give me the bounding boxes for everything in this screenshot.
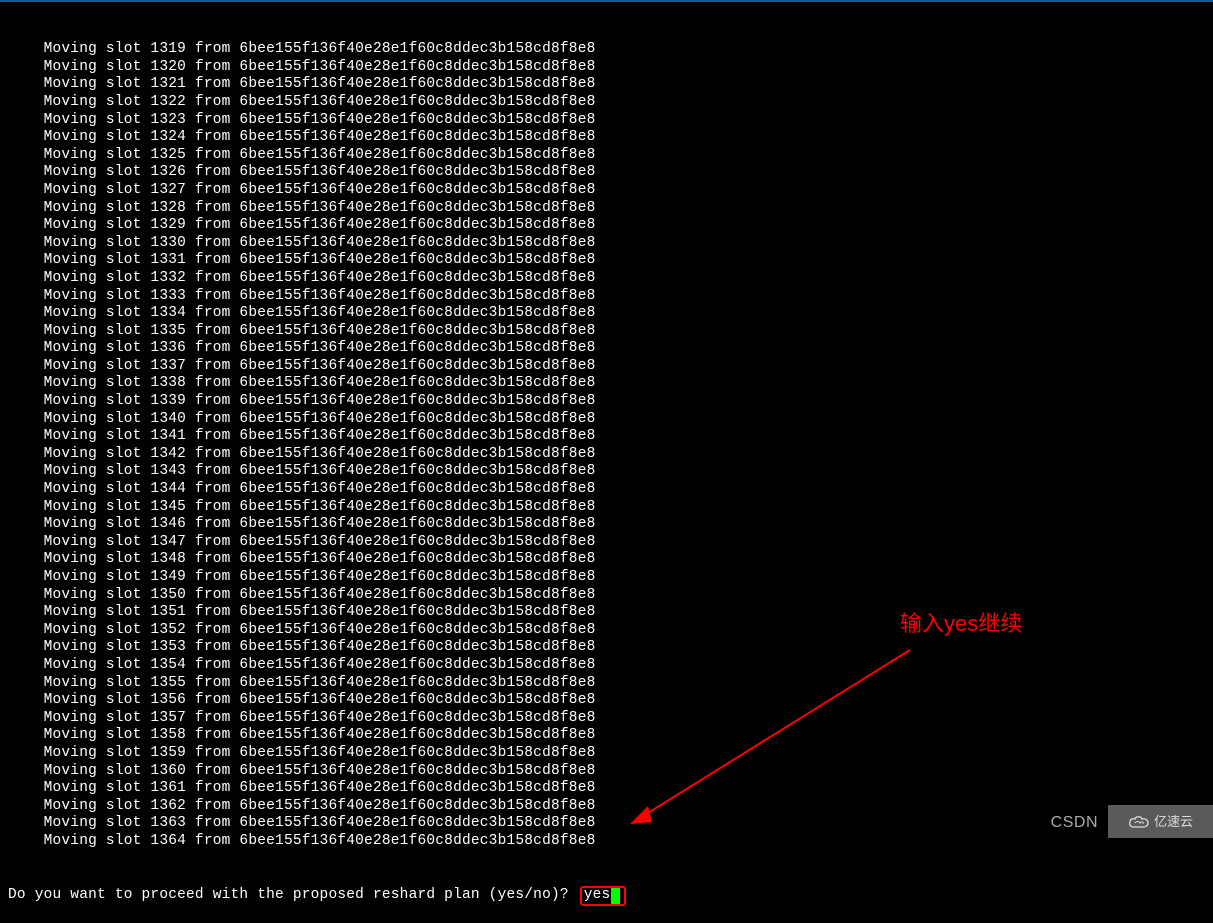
terminal-line: Moving slot 1324 from 6bee155f136f40e28e… bbox=[8, 129, 626, 147]
terminal-line: Moving slot 1349 from 6bee155f136f40e28e… bbox=[8, 569, 626, 587]
terminal-line: Moving slot 1361 from 6bee155f136f40e28e… bbox=[8, 780, 626, 798]
terminal-line: Moving slot 1334 from 6bee155f136f40e28e… bbox=[8, 305, 626, 323]
prompt-line: Do you want to proceed with the proposed… bbox=[8, 886, 626, 906]
terminal-output: Moving slot 1319 from 6bee155f136f40e28e… bbox=[8, 6, 626, 923]
terminal-line: Moving slot 1362 from 6bee155f136f40e28e… bbox=[8, 798, 626, 816]
terminal-line: Moving slot 1346 from 6bee155f136f40e28e… bbox=[8, 516, 626, 534]
terminal-line: Moving slot 1344 from 6bee155f136f40e28e… bbox=[8, 481, 626, 499]
terminal-line: Moving slot 1356 from 6bee155f136f40e28e… bbox=[8, 692, 626, 710]
terminal-line: Moving slot 1364 from 6bee155f136f40e28e… bbox=[8, 833, 626, 851]
terminal-line: Moving slot 1360 from 6bee155f136f40e28e… bbox=[8, 763, 626, 781]
annotation-arrow bbox=[620, 640, 920, 840]
annotation-callout: 输入yes继续 bbox=[900, 615, 1022, 633]
terminal-lines: Moving slot 1319 from 6bee155f136f40e28e… bbox=[8, 41, 626, 850]
watermark-yisu: 亿速云 bbox=[1108, 805, 1213, 838]
terminal-line: Moving slot 1345 from 6bee155f136f40e28e… bbox=[8, 499, 626, 517]
terminal-line: Moving slot 1323 from 6bee155f136f40e28e… bbox=[8, 112, 626, 130]
terminal-line: Moving slot 1339 from 6bee155f136f40e28e… bbox=[8, 393, 626, 411]
terminal-line: Moving slot 1328 from 6bee155f136f40e28e… bbox=[8, 200, 626, 218]
terminal-line: Moving slot 1353 from 6bee155f136f40e28e… bbox=[8, 639, 626, 657]
terminal-line: Moving slot 1340 from 6bee155f136f40e28e… bbox=[8, 411, 626, 429]
terminal-line: Moving slot 1330 from 6bee155f136f40e28e… bbox=[8, 235, 626, 253]
terminal-line: Moving slot 1347 from 6bee155f136f40e28e… bbox=[8, 534, 626, 552]
watermark-csdn: CSDN bbox=[1051, 814, 1098, 832]
terminal-line: Moving slot 1343 from 6bee155f136f40e28e… bbox=[8, 463, 626, 481]
terminal-line: Moving slot 1335 from 6bee155f136f40e28e… bbox=[8, 323, 626, 341]
terminal-line: Moving slot 1338 from 6bee155f136f40e28e… bbox=[8, 375, 626, 393]
terminal-line: Moving slot 1363 from 6bee155f136f40e28e… bbox=[8, 815, 626, 833]
terminal-line: Moving slot 1329 from 6bee155f136f40e28e… bbox=[8, 217, 626, 235]
terminal-line: Moving slot 1348 from 6bee155f136f40e28e… bbox=[8, 551, 626, 569]
user-input-value: yes bbox=[584, 887, 611, 905]
terminal-line: Moving slot 1327 from 6bee155f136f40e28e… bbox=[8, 182, 626, 200]
terminal-cursor bbox=[611, 888, 620, 904]
terminal-line: Moving slot 1342 from 6bee155f136f40e28e… bbox=[8, 446, 626, 464]
watermark-yisu-text: 亿速云 bbox=[1154, 813, 1193, 831]
cloud-icon bbox=[1128, 815, 1150, 829]
terminal-line: Moving slot 1358 from 6bee155f136f40e28e… bbox=[8, 727, 626, 745]
terminal-line: Moving slot 1357 from 6bee155f136f40e28e… bbox=[8, 710, 626, 728]
terminal-line: Moving slot 1341 from 6bee155f136f40e28e… bbox=[8, 428, 626, 446]
terminal-line: Moving slot 1326 from 6bee155f136f40e28e… bbox=[8, 164, 626, 182]
terminal-line: Moving slot 1350 from 6bee155f136f40e28e… bbox=[8, 587, 626, 605]
terminal-line: Moving slot 1325 from 6bee155f136f40e28e… bbox=[8, 147, 626, 165]
terminal-line: Moving slot 1332 from 6bee155f136f40e28e… bbox=[8, 270, 626, 288]
window-top-border bbox=[0, 0, 1213, 2]
terminal-line: Moving slot 1333 from 6bee155f136f40e28e… bbox=[8, 288, 626, 306]
terminal-line: Moving slot 1321 from 6bee155f136f40e28e… bbox=[8, 76, 626, 94]
terminal-line: Moving slot 1355 from 6bee155f136f40e28e… bbox=[8, 675, 626, 693]
terminal-line: Moving slot 1319 from 6bee155f136f40e28e… bbox=[8, 41, 626, 59]
terminal-line: Moving slot 1322 from 6bee155f136f40e28e… bbox=[8, 94, 626, 112]
terminal-line: Moving slot 1352 from 6bee155f136f40e28e… bbox=[8, 622, 626, 640]
terminal-line: Moving slot 1331 from 6bee155f136f40e28e… bbox=[8, 252, 626, 270]
prompt-text: Do you want to proceed with the proposed… bbox=[8, 887, 578, 905]
terminal-line: Moving slot 1320 from 6bee155f136f40e28e… bbox=[8, 59, 626, 77]
terminal-line: Moving slot 1351 from 6bee155f136f40e28e… bbox=[8, 604, 626, 622]
terminal-line: Moving slot 1336 from 6bee155f136f40e28e… bbox=[8, 340, 626, 358]
terminal-line: Moving slot 1359 from 6bee155f136f40e28e… bbox=[8, 745, 626, 763]
terminal-line: Moving slot 1337 from 6bee155f136f40e28e… bbox=[8, 358, 626, 376]
user-input-highlight-box[interactable]: yes bbox=[580, 886, 627, 906]
terminal-line: Moving slot 1354 from 6bee155f136f40e28e… bbox=[8, 657, 626, 675]
